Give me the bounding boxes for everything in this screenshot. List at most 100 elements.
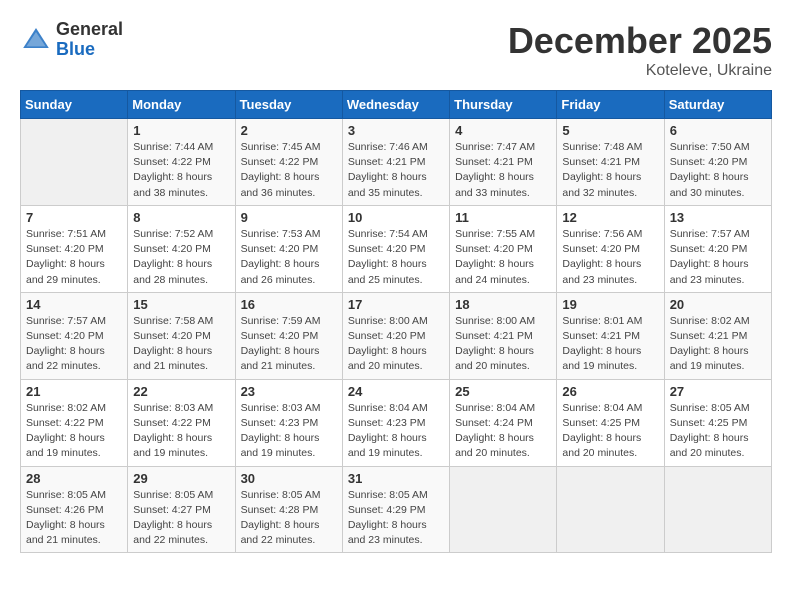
calendar-cell: 30Sunrise: 8:05 AMSunset: 4:28 PMDayligh… [235,466,342,553]
calendar-cell [664,466,771,553]
day-info: Sunrise: 8:05 AMSunset: 4:26 PMDaylight:… [26,488,122,549]
location-subtitle: Koteleve, Ukraine [508,62,772,80]
calendar-cell: 2 Sunrise: 7:45 AMSunset: 4:22 PMDaylight… [235,119,342,206]
calendar-cell: 24 Sunrise: 8:04 AMSunset: 4:23 PMDayligh… [342,379,449,466]
weekday-header-friday: Friday [557,91,664,119]
calendar-cell: 13 Sunrise: 7:57 AMSunset: 4:20 PMDayligh… [664,205,771,292]
day-number: 29 [133,471,229,486]
calendar-cell: 25 Sunrise: 8:04 AMSunset: 4:24 PMDayligh… [450,379,557,466]
weekday-header-row: SundayMondayTuesdayWednesdayThursdayFrid… [21,91,772,119]
calendar-cell: 9Sunrise: 7:53 AMSunset: 4:20 PMDaylight… [235,205,342,292]
logo: General Blue [20,20,123,60]
calendar-cell: 27Sunrise: 8:05 AMSunset: 4:25 PMDayligh… [664,379,771,466]
day-info: Sunrise: 7:51 AMSunset: 4:20 PMDaylight:… [26,227,122,288]
day-info: Sunrise: 7:52 AMSunset: 4:20 PMDaylight:… [133,227,229,288]
day-info: Sunrise: 7:48 AMSunset: 4:21 PMDaylight:… [562,140,658,201]
day-number: 16 [241,297,337,312]
day-info: Sunrise: 8:04 AMSunset: 4:23 PMDaylight:… [348,401,444,462]
month-title: December 2025 [508,20,772,62]
day-number: 1 [133,123,229,138]
day-info: Sunrise: 8:05 AMSunset: 4:29 PMDaylight:… [348,488,444,549]
day-number: 20 [670,297,766,312]
day-number: 14 [26,297,122,312]
day-info: Sunrise: 8:03 AMSunset: 4:22 PMDaylight:… [133,401,229,462]
page-header: General Blue December 2025 Koteleve, Ukr… [20,20,772,80]
calendar-cell [557,466,664,553]
logo-icon [20,24,52,56]
day-number: 3 [348,123,444,138]
calendar-cell: 18Sunrise: 8:00 AMSunset: 4:21 PMDayligh… [450,292,557,379]
day-info: Sunrise: 7:58 AMSunset: 4:20 PMDaylight:… [133,314,229,375]
day-number: 12 [562,210,658,225]
title-block: December 2025 Koteleve, Ukraine [508,20,772,80]
day-number: 25 [455,384,551,399]
day-number: 13 [670,210,766,225]
weekday-header-saturday: Saturday [664,91,771,119]
weekday-header-thursday: Thursday [450,91,557,119]
logo-text: General Blue [56,20,123,60]
calendar-week-row: 21Sunrise: 8:02 AMSunset: 4:22 PMDayligh… [21,379,772,466]
day-info: Sunrise: 7:46 AMSunset: 4:21 PMDaylight:… [348,140,444,201]
calendar-cell: 5Sunrise: 7:48 AMSunset: 4:21 PMDaylight… [557,119,664,206]
day-info: Sunrise: 7:56 AMSunset: 4:20 PMDaylight:… [562,227,658,288]
day-number: 8 [133,210,229,225]
calendar-table: SundayMondayTuesdayWednesdayThursdayFrid… [20,90,772,553]
calendar-cell: 17 Sunrise: 8:00 AMSunset: 4:20 PMDayligh… [342,292,449,379]
day-info: Sunrise: 7:50 AMSunset: 4:20 PMDaylight:… [670,140,766,201]
calendar-week-row: 14 Sunrise: 7:57 AMSunset: 4:20 PMDayligh… [21,292,772,379]
day-number: 28 [26,471,122,486]
calendar-cell: 21Sunrise: 8:02 AMSunset: 4:22 PMDayligh… [21,379,128,466]
calendar-cell: 19 Sunrise: 8:01 AMSunset: 4:21 PMDayligh… [557,292,664,379]
day-number: 22 [133,384,229,399]
calendar-body: 1 Sunrise: 7:44 AMSunset: 4:22 PMDaylight… [21,119,772,553]
day-number: 2 [241,123,337,138]
day-info: Sunrise: 7:45 AMSunset: 4:22 PMDaylight:… [241,140,337,201]
day-number: 24 [348,384,444,399]
logo-blue-text: Blue [56,40,123,60]
day-info: Sunrise: 7:44 AMSunset: 4:22 PMDaylight:… [133,140,229,201]
calendar-cell: 26Sunrise: 8:04 AMSunset: 4:25 PMDayligh… [557,379,664,466]
day-info: Sunrise: 8:02 AMSunset: 4:22 PMDaylight:… [26,401,122,462]
day-info: Sunrise: 8:04 AMSunset: 4:24 PMDaylight:… [455,401,551,462]
weekday-header-monday: Monday [128,91,235,119]
calendar-cell: 15 Sunrise: 7:58 AMSunset: 4:20 PMDayligh… [128,292,235,379]
calendar-cell: 1 Sunrise: 7:44 AMSunset: 4:22 PMDaylight… [128,119,235,206]
day-info: Sunrise: 7:57 AMSunset: 4:20 PMDaylight:… [670,227,766,288]
calendar-week-row: 7Sunrise: 7:51 AMSunset: 4:20 PMDaylight… [21,205,772,292]
calendar-cell: 4Sunrise: 7:47 AMSunset: 4:21 PMDaylight… [450,119,557,206]
day-info: Sunrise: 8:05 AMSunset: 4:28 PMDaylight:… [241,488,337,549]
calendar-header: SundayMondayTuesdayWednesdayThursdayFrid… [21,91,772,119]
day-info: Sunrise: 8:01 AMSunset: 4:21 PMDaylight:… [562,314,658,375]
day-number: 15 [133,297,229,312]
day-number: 10 [348,210,444,225]
day-info: Sunrise: 7:47 AMSunset: 4:21 PMDaylight:… [455,140,551,201]
calendar-cell: 8 Sunrise: 7:52 AMSunset: 4:20 PMDaylight… [128,205,235,292]
calendar-cell: 16 Sunrise: 7:59 AMSunset: 4:20 PMDayligh… [235,292,342,379]
calendar-week-row: 28 Sunrise: 8:05 AMSunset: 4:26 PMDayligh… [21,466,772,553]
calendar-cell [450,466,557,553]
day-info: Sunrise: 8:04 AMSunset: 4:25 PMDaylight:… [562,401,658,462]
day-number: 31 [348,471,444,486]
calendar-cell: 11 Sunrise: 7:55 AMSunset: 4:20 PMDayligh… [450,205,557,292]
calendar-cell: 20 Sunrise: 8:02 AMSunset: 4:21 PMDayligh… [664,292,771,379]
calendar-cell: 23Sunrise: 8:03 AMSunset: 4:23 PMDayligh… [235,379,342,466]
day-number: 19 [562,297,658,312]
calendar-cell: 12 Sunrise: 7:56 AMSunset: 4:20 PMDayligh… [557,205,664,292]
weekday-header-tuesday: Tuesday [235,91,342,119]
day-number: 17 [348,297,444,312]
day-info: Sunrise: 8:05 AMSunset: 4:27 PMDaylight:… [133,488,229,549]
day-info: Sunrise: 8:00 AMSunset: 4:20 PMDaylight:… [348,314,444,375]
calendar-cell: 3 Sunrise: 7:46 AMSunset: 4:21 PMDaylight… [342,119,449,206]
day-info: Sunrise: 8:02 AMSunset: 4:21 PMDaylight:… [670,314,766,375]
calendar-cell: 10 Sunrise: 7:54 AMSunset: 4:20 PMDayligh… [342,205,449,292]
day-info: Sunrise: 8:03 AMSunset: 4:23 PMDaylight:… [241,401,337,462]
weekday-header-sunday: Sunday [21,91,128,119]
day-number: 9 [241,210,337,225]
calendar-cell [21,119,128,206]
day-info: Sunrise: 7:55 AMSunset: 4:20 PMDaylight:… [455,227,551,288]
day-info: Sunrise: 7:59 AMSunset: 4:20 PMDaylight:… [241,314,337,375]
day-number: 27 [670,384,766,399]
day-info: Sunrise: 7:54 AMSunset: 4:20 PMDaylight:… [348,227,444,288]
day-info: Sunrise: 7:57 AMSunset: 4:20 PMDaylight:… [26,314,122,375]
day-number: 11 [455,210,551,225]
